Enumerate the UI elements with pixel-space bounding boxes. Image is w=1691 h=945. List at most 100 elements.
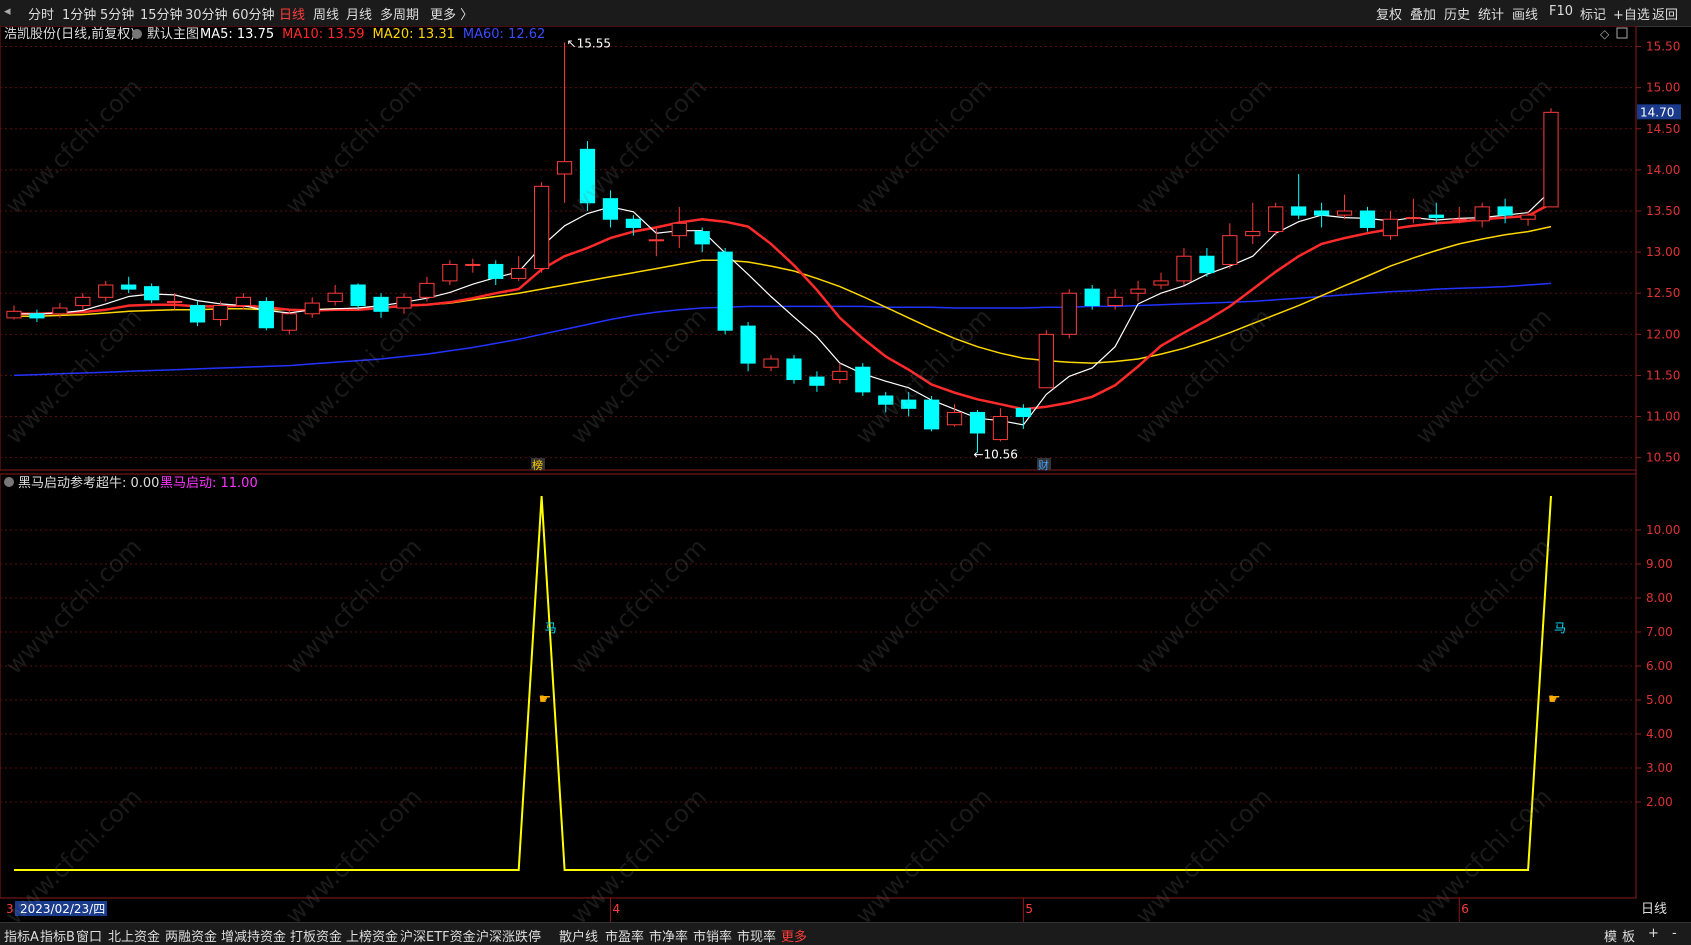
candle-body bbox=[1222, 235, 1238, 265]
toolbar-button-4[interactable]: 画线 bbox=[1512, 4, 1538, 23]
template-toggle-icon[interactable] bbox=[132, 29, 142, 39]
bottom-tab-9[interactable]: 沪深涨跌停 bbox=[476, 926, 541, 945]
candle-body bbox=[75, 296, 91, 307]
bottom-tab-12[interactable]: 市净率 bbox=[649, 926, 688, 945]
month-mark-label: 5 bbox=[1025, 902, 1033, 916]
candle-body bbox=[1061, 292, 1077, 335]
toolbar-button-5[interactable]: F10 bbox=[1549, 4, 1573, 19]
period-tab-6[interactable]: 日线 bbox=[279, 4, 305, 23]
dark-horse-label: 黑马启动: 11.00 bbox=[160, 476, 258, 491]
period-tab-2[interactable]: 5分钟 bbox=[100, 4, 134, 23]
period-tab-7[interactable]: 周线 bbox=[313, 4, 339, 23]
bottom-tab-14[interactable]: 市现率 bbox=[737, 926, 776, 945]
period-toolbar: ◂ 分时 1分钟 5分钟 15分钟 30分钟 60分钟 日线 周线 月线 多周期 更多 〉 复权 叠加… bbox=[0, 0, 1691, 27]
candle-body bbox=[1153, 280, 1169, 286]
bottom-tab-5[interactable]: 增减持资金 bbox=[221, 926, 286, 945]
indicator-axis: 10.00 9.00 8.00 7.00 6.00 5.00 4.00 3.00 2.00 bbox=[1636, 523, 1680, 809]
period-label: 日线 bbox=[1641, 902, 1667, 917]
toolbar-button-0[interactable]: 复权 bbox=[1376, 4, 1402, 23]
period-tab-1[interactable]: 1分钟 bbox=[62, 4, 96, 23]
toolbar-button-6[interactable]: 标记 bbox=[1580, 4, 1606, 23]
indicator-tick-label: 4.00 bbox=[1646, 727, 1673, 741]
candle-body bbox=[396, 296, 412, 309]
ma-legend-item-3: MA60: 12.62 bbox=[463, 27, 545, 42]
period-tab-8[interactable]: 月线 bbox=[346, 4, 372, 23]
price-tick-label: 13.00 bbox=[1646, 245, 1680, 259]
candle-body bbox=[648, 239, 664, 242]
indicator-tick-label: 7.00 bbox=[1646, 625, 1673, 639]
candle-body bbox=[258, 300, 274, 329]
rank-marker[interactable]: 榜 bbox=[532, 458, 543, 472]
candle-body bbox=[1245, 231, 1261, 237]
indicator-toggle-icon[interactable] bbox=[4, 477, 14, 487]
bottom-tab-1[interactable]: 指标B bbox=[40, 926, 75, 945]
bottom-tab-10[interactable]: 散户线 bbox=[559, 926, 598, 945]
candle-body bbox=[534, 185, 550, 270]
bottom-right-button-2[interactable]: + bbox=[1648, 926, 1659, 941]
indicator-tick-label: 2.00 bbox=[1646, 795, 1673, 809]
month-mark-label: 6 bbox=[1461, 902, 1469, 916]
bottom-tab-6[interactable]: 打板资金 bbox=[290, 926, 342, 945]
candle-body bbox=[1291, 206, 1307, 216]
candle-body bbox=[740, 325, 756, 364]
price-tick-label: 12.50 bbox=[1646, 286, 1680, 300]
period-tab-3[interactable]: 15分钟 bbox=[140, 4, 183, 23]
finance-marker[interactable]: 财 bbox=[1038, 458, 1049, 472]
period-tab-10[interactable]: 更多 〉 bbox=[430, 4, 473, 23]
price-axis: 15.50 15.00 14.50 14.00 13.50 13.00 12.50 12.00… bbox=[1636, 40, 1680, 465]
price-tick-label: 13.50 bbox=[1646, 204, 1680, 218]
indicator-panel-frame bbox=[0, 473, 1637, 899]
candle-body bbox=[442, 263, 458, 282]
bottom-tab-8[interactable]: 沪深ETF资金 bbox=[400, 926, 476, 945]
bottom-tab-13[interactable]: 市销率 bbox=[693, 926, 732, 945]
period-tab-4[interactable]: 30分钟 bbox=[185, 4, 228, 23]
candle-body bbox=[1359, 210, 1376, 228]
candle-body bbox=[946, 411, 963, 426]
price-tick-label: 15.00 bbox=[1646, 81, 1680, 95]
candle-body bbox=[511, 268, 527, 279]
bottom-tab-0[interactable]: 指标A bbox=[4, 926, 39, 945]
toolbar-button-3[interactable]: 统计 bbox=[1478, 4, 1504, 23]
candle-body bbox=[1336, 210, 1353, 216]
candle-body bbox=[488, 263, 504, 279]
bottom-tab-11[interactable]: 市盈率 bbox=[605, 926, 644, 945]
price-tick-label: 11.00 bbox=[1646, 410, 1680, 424]
toolbar-button-2[interactable]: 历史 bbox=[1444, 4, 1470, 23]
main-panel-frame bbox=[0, 26, 1637, 471]
candle-body bbox=[98, 284, 114, 298]
bottom-tab-15[interactable]: 更多 bbox=[781, 926, 807, 945]
candle-body bbox=[1268, 206, 1284, 233]
template-label[interactable]: 默认主图 bbox=[147, 26, 199, 42]
toolbar-button-8[interactable]: 返回 bbox=[1652, 4, 1678, 23]
bottom-tab-3[interactable]: 北上资金 bbox=[108, 926, 160, 945]
bottom-tab-2[interactable]: 窗口 bbox=[76, 926, 102, 945]
menu-arrow-icon[interactable]: ◂ bbox=[4, 4, 11, 19]
kline-chart[interactable]: 15.50 15.00 14.50 14.00 13.50 13.00 12.50 12.00… bbox=[0, 26, 1691, 922]
period-tab-5[interactable]: 60分钟 bbox=[232, 4, 275, 23]
candle-body bbox=[1497, 206, 1513, 216]
candle-body bbox=[121, 284, 137, 290]
bottom-tab-7[interactable]: 上榜资金 bbox=[346, 926, 398, 945]
bottom-right-button-3[interactable]: - bbox=[1672, 926, 1677, 941]
toolbar-button-1[interactable]: 叠加 bbox=[1410, 4, 1436, 23]
date-mark-3: 3 bbox=[6, 902, 14, 916]
candle-body bbox=[1038, 333, 1054, 389]
toolbar-button-7[interactable]: +自选 bbox=[1613, 4, 1650, 23]
candle-body bbox=[1130, 288, 1146, 294]
bottom-right-button-1[interactable]: 板 bbox=[1622, 926, 1635, 945]
candle-body bbox=[1428, 214, 1444, 219]
bottom-tab-4[interactable]: 两融资金 bbox=[165, 926, 217, 945]
ma-legend-item-1: MA10: 13.59 bbox=[282, 27, 364, 42]
indicator-tick-label: 8.00 bbox=[1646, 591, 1673, 605]
candle-body bbox=[878, 395, 894, 405]
period-tab-0[interactable]: 分时 bbox=[28, 4, 54, 23]
pin-icon[interactable]: ◇ bbox=[1600, 27, 1610, 41]
ma-legend-item-2: MA20: 13.31 bbox=[373, 27, 455, 42]
hand-pointer-icon: ☛ bbox=[539, 691, 552, 707]
candle-body bbox=[1199, 255, 1215, 274]
candle-body bbox=[694, 231, 710, 245]
period-tab-9[interactable]: 多周期 bbox=[380, 4, 419, 23]
high-price-label: ↖15.55 bbox=[567, 36, 611, 50]
bottom-right-button-0[interactable]: 模 bbox=[1604, 926, 1617, 945]
candle-body bbox=[1015, 407, 1031, 418]
